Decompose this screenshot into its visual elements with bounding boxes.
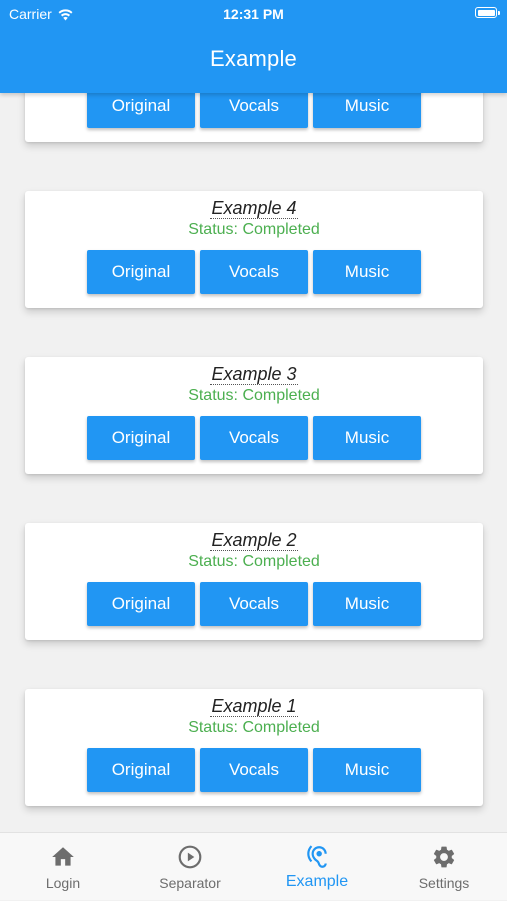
button-row: Original Vocals Music	[87, 250, 421, 294]
original-button[interactable]: Original	[87, 250, 195, 294]
button-row: Original Vocals Music	[87, 93, 421, 128]
button-row: Original Vocals Music	[87, 748, 421, 792]
original-button[interactable]: Original	[87, 582, 195, 626]
play-circle-icon	[178, 845, 202, 869]
vocals-button[interactable]: Vocals	[200, 250, 308, 294]
music-button[interactable]: Music	[313, 582, 421, 626]
tab-label: Separator	[159, 875, 221, 891]
status-time: 12:31 PM	[223, 6, 284, 22]
track-status: Status: Completed	[188, 221, 320, 238]
track-card: Example 1 Status: Completed Original Voc…	[25, 689, 483, 806]
tab-label: Settings	[418, 875, 470, 891]
track-title: Example 4	[25, 198, 483, 219]
music-button[interactable]: Music	[313, 93, 421, 128]
hearing-icon	[307, 845, 327, 868]
tab-label: Example	[285, 873, 349, 890]
track-card: Original Vocals Music	[25, 93, 483, 142]
track-title: Example 2	[25, 530, 483, 551]
track-title: Example 1	[25, 696, 483, 717]
track-card: Example 4 Status: Completed Original Voc…	[25, 191, 483, 308]
music-button[interactable]: Music	[313, 416, 421, 460]
vocals-button[interactable]: Vocals	[200, 93, 308, 128]
bottom-tab-bar: Login Separator Example Settings	[0, 832, 507, 900]
original-button[interactable]: Original	[87, 748, 195, 792]
status-bar: Carrier 12:31 PM	[0, 0, 507, 28]
track-card: Example 3 Status: Completed Original Voc…	[25, 357, 483, 474]
tab-settings[interactable]: Settings	[381, 833, 507, 901]
music-button[interactable]: Music	[313, 250, 421, 294]
page-title: Example	[210, 46, 297, 71]
music-button[interactable]: Music	[313, 748, 421, 792]
tab-login[interactable]: Login	[0, 833, 126, 901]
track-status: Status: Completed	[188, 719, 320, 736]
home-icon	[52, 847, 74, 866]
tab-separator[interactable]: Separator	[127, 833, 253, 901]
vocals-button[interactable]: Vocals	[200, 582, 308, 626]
battery-icon	[475, 7, 500, 18]
track-title-text: Example 4	[210, 198, 298, 219]
track-status: Status: Completed	[188, 553, 320, 570]
content-list[interactable]: Original Vocals Music Example 4 Status: …	[0, 93, 507, 832]
gear-icon	[433, 846, 455, 868]
original-button[interactable]: Original	[87, 416, 195, 460]
track-status: Status: Completed	[188, 387, 320, 404]
track-title: Example 3	[25, 364, 483, 385]
app-header: Carrier 12:31 PM Example	[0, 0, 507, 93]
original-button[interactable]: Original	[87, 93, 195, 128]
vocals-button[interactable]: Vocals	[200, 748, 308, 792]
tab-example[interactable]: Example	[254, 833, 380, 901]
button-row: Original Vocals Music	[87, 582, 421, 626]
button-row: Original Vocals Music	[87, 416, 421, 460]
track-title-text: Example 3	[210, 364, 298, 385]
tab-label: Login	[45, 875, 81, 891]
track-title-text: Example 2	[210, 530, 298, 551]
track-card: Example 2 Status: Completed Original Voc…	[25, 523, 483, 640]
track-title-text: Example 1	[210, 696, 298, 717]
vocals-button[interactable]: Vocals	[200, 416, 308, 460]
